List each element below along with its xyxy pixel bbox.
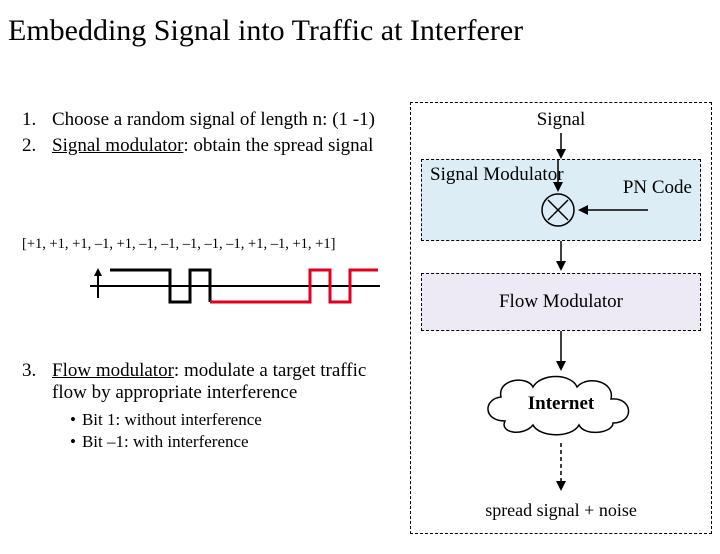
- step-3-block: 3. Flow modulator: modulate a target tra…: [22, 360, 382, 454]
- step-2-link: Signal modulator: [52, 135, 183, 156]
- flow-modulator-box: Flow Modulator: [421, 273, 701, 331]
- signal-label: Signal: [411, 109, 711, 131]
- flow-diagram: Signal Signal Modulator PN Code: [410, 102, 712, 534]
- step-3-bullets: •Bit 1: without interference •Bit –1: wi…: [70, 410, 382, 452]
- slide-title: Embedding Signal into Traffic at Interfe…: [8, 14, 720, 48]
- signal-sequence: [+1, +1, +1, –1, +1, –1, –1, –1, –1, –1,…: [22, 236, 335, 253]
- step-2-rest: : obtain the spread signal: [183, 135, 373, 156]
- step-1-num: 1.: [22, 109, 52, 131]
- step-1-text: Choose a random signal of length n: (1 -…: [52, 109, 375, 131]
- step-1: 1. Choose a random signal of length n: (…: [22, 109, 382, 131]
- bullet-bit-minus1: •Bit –1: with interference: [70, 432, 382, 452]
- flow-modulator-label: Flow Modulator: [499, 292, 623, 312]
- step-2-text: Signal modulator: obtain the spread sign…: [52, 135, 373, 157]
- bullet-bit-1: •Bit 1: without interference: [70, 410, 382, 430]
- signal-modulator-box: Signal Modulator PN Code: [421, 159, 701, 241]
- step-3: 3. Flow modulator: modulate a target tra…: [22, 360, 382, 404]
- step-2-num: 2.: [22, 135, 52, 157]
- signal-waveform: [90, 254, 380, 319]
- signal-modulator-label: Signal Modulator: [430, 164, 564, 186]
- step-2: 2. Signal modulator: obtain the spread s…: [22, 135, 382, 157]
- step-3-num: 3.: [22, 360, 52, 404]
- steps-list: 1. Choose a random signal of length n: (…: [22, 109, 382, 161]
- step-3-text: Flow modulator: modulate a target traffi…: [52, 360, 382, 404]
- pn-code-label: PN Code: [623, 178, 692, 198]
- step-3-link: Flow modulator: [52, 360, 174, 381]
- spread-signal-label: spread signal + noise: [411, 500, 711, 521]
- internet-label: Internet: [411, 393, 711, 415]
